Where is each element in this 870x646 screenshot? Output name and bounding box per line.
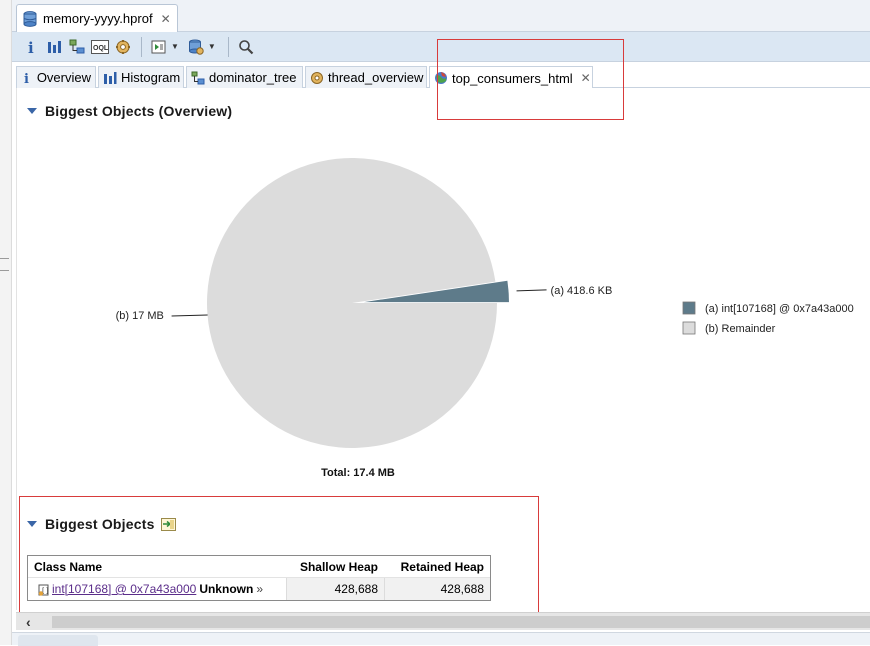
left-panel-gutter	[0, 0, 12, 645]
tab-overview[interactable]: i Overview	[16, 66, 96, 88]
legend-swatch	[682, 301, 696, 315]
dominator-tree-icon	[191, 71, 205, 85]
oql-icon[interactable]: OQL	[89, 36, 111, 58]
svg-text:i: i	[28, 39, 34, 55]
scrollbar-thumb[interactable]	[52, 616, 870, 628]
slice-label-b: (b) 17 MB	[116, 310, 164, 322]
info-icon[interactable]: i	[20, 36, 42, 58]
highlight-box-table	[19, 496, 539, 613]
svg-text:OQL: OQL	[93, 45, 109, 52]
histogram-icon[interactable]	[43, 36, 65, 58]
scroll-left-icon[interactable]: ‹	[26, 614, 31, 630]
tab-histogram[interactable]: Histogram	[98, 66, 184, 88]
slice-leader-line	[516, 289, 547, 292]
legend-swatch	[682, 321, 696, 335]
slice-leader-line	[171, 314, 208, 317]
heap-dump-icon[interactable]	[185, 36, 207, 58]
histogram-icon	[103, 71, 117, 85]
legend-entry: (a) int[107168] @ 0x7a43a000	[705, 303, 854, 315]
tab-label: dominator_tree	[209, 70, 297, 85]
gutter-mark	[0, 270, 9, 271]
file-tab-memory-hprof[interactable]: memory-yyyy.hprof ✕	[16, 4, 178, 32]
dominator-tree-icon[interactable]	[66, 36, 88, 58]
pie-slice-remainder	[207, 157, 497, 448]
gutter-mark	[0, 258, 9, 259]
chevron-down-icon[interactable]: ▼	[208, 42, 216, 51]
tab-label: Overview	[36, 70, 91, 85]
editor-tabbar: memory-yyyy.hprof ✕	[12, 0, 870, 32]
toolbar-separator	[141, 36, 142, 57]
tab-thread-overview[interactable]: thread_overview	[305, 66, 427, 88]
close-icon[interactable]: ✕	[161, 12, 171, 26]
bottom-panel-strip	[12, 632, 870, 646]
tab-label: thread_overview	[328, 70, 424, 85]
svg-text:i: i	[24, 72, 29, 85]
legend-entry: (b) Remainder	[705, 323, 776, 335]
search-icon[interactable]	[235, 36, 257, 58]
thread-overview-icon	[310, 71, 324, 85]
heap-dump-icon	[23, 10, 37, 27]
chart-total-label: Total: 17.4 MB	[321, 467, 395, 479]
chevron-down-icon[interactable]: ▼	[171, 42, 179, 51]
heap-dump-editor: memory-yyyy.hprof ✕ i OQL ▼ ▼ i Overview…	[12, 0, 870, 646]
file-tab-label: memory-yyyy.hprof	[43, 11, 153, 26]
toolbar-separator	[227, 36, 229, 57]
bottom-tab-stub	[18, 635, 98, 646]
tab-label: Histogram	[121, 70, 181, 85]
tab-dominator-tree[interactable]: dominator_tree	[186, 66, 303, 88]
info-icon: i	[21, 71, 33, 85]
pie-chart: (a) 418.6 KB (b) 17 MB Total: 17.4 MB (a) i…	[116, 157, 854, 479]
slice-label-a: (a) 418.6 KB	[551, 285, 613, 297]
run-query-icon[interactable]	[148, 36, 170, 58]
thread-overview-icon[interactable]	[112, 36, 134, 58]
horizontal-scrollbar[interactable]: ‹	[16, 612, 870, 630]
highlight-box-tab	[437, 39, 624, 120]
